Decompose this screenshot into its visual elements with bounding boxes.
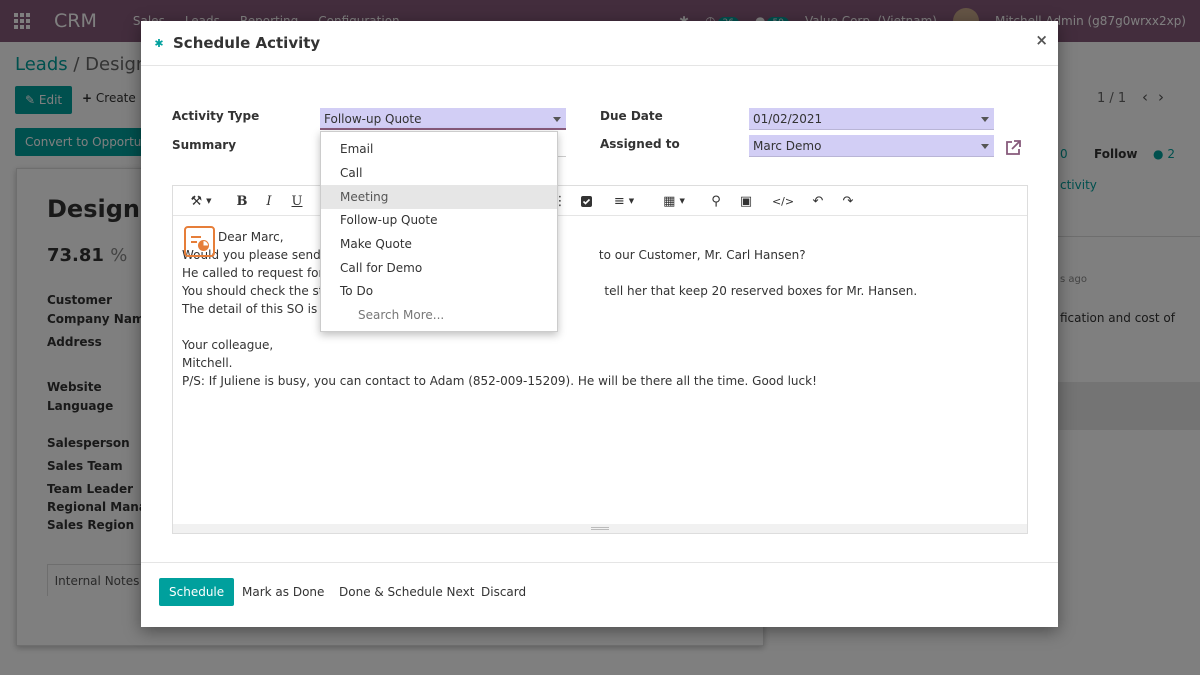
body-line: Dear Marc, (218, 230, 284, 244)
schedule-button[interactable]: Schedule (159, 578, 235, 606)
dropdown-option-to-do[interactable]: To Do (321, 279, 557, 303)
body-line: The detail of this SO is attached under … (182, 302, 478, 316)
image-icon[interactable]: ▣ (739, 192, 753, 210)
dropdown-option-make-quote[interactable]: Make Quote (321, 232, 557, 256)
due-date-value: 01/02/2021 (753, 112, 823, 126)
dropdown-option-follow-up-quote[interactable]: Follow-up Quote (321, 208, 557, 232)
body-line: Mitchell. (182, 356, 233, 370)
body-line: P/S: If Juliene is busy, you can contact… (182, 374, 817, 388)
done-schedule-next-button[interactable]: Done & Schedule Next (339, 578, 474, 606)
due-date-input[interactable]: 01/02/2021 (749, 108, 994, 130)
modal-footer: Schedule Mark as Done Done & Schedule Ne… (141, 562, 1058, 627)
activity-type-select[interactable]: Follow-up Quote (320, 108, 566, 130)
activity-type-dropdown: Email Call Meeting Follow-up Quote Make … (320, 131, 558, 332)
bold-button[interactable]: B (235, 192, 249, 210)
link-icon[interactable]: ⚲ (708, 192, 724, 210)
caret-down-icon (553, 117, 561, 122)
summary-label: Summary (172, 138, 237, 152)
schedule-activity-dialog: ✱ Schedule Activity × Activity Type Foll… (141, 21, 1058, 627)
assigned-to-label: Assigned to (600, 137, 680, 151)
body-line: Your colleague, (182, 338, 274, 352)
mark-as-done-button[interactable]: Mark as Done (242, 578, 324, 606)
bug-icon: ✱ (154, 36, 164, 50)
dropdown-option-email[interactable]: Email (321, 137, 557, 161)
activity-type-label: Activity Type (172, 109, 260, 123)
due-date-label: Due Date (600, 109, 663, 123)
dropdown-option-call-for-demo[interactable]: Call for Demo (321, 256, 557, 280)
body-line: You should check the stoc tell her that … (182, 284, 918, 298)
code-view-icon[interactable]: </> (772, 192, 794, 210)
grip-icon (591, 527, 609, 530)
modal-header: ✱ Schedule Activity × (141, 21, 1058, 66)
dropdown-option-meeting[interactable]: Meeting (321, 185, 557, 209)
caret-down-icon (981, 117, 989, 122)
redo-icon[interactable]: ↷ (841, 192, 855, 210)
undo-icon[interactable]: ↶ (811, 192, 825, 210)
dropdown-search-more[interactable]: Search More... (321, 303, 557, 327)
underline-button[interactable]: U (290, 192, 304, 210)
body-line: Would you please send a to our Customer,… (182, 248, 806, 262)
table-icon[interactable]: ▦ ▼ (660, 192, 688, 210)
external-link-icon[interactable] (1004, 139, 1021, 155)
note-editor[interactable]: ⚒ ▼ B I U ⋮ ≡ ▼ ▦ ▼ ⚲ ▣ </> ↶ ↷ Dear Marc, … (172, 185, 1028, 534)
caret-down-icon (981, 144, 989, 149)
dropdown-option-call[interactable]: Call (321, 161, 557, 185)
discard-button[interactable]: Discard (481, 578, 526, 606)
body-line (182, 318, 1012, 336)
activity-type-value: Follow-up Quote (324, 112, 422, 126)
editor-content[interactable]: Dear Marc, Would you please send a to ou… (182, 226, 1012, 390)
italic-button[interactable]: I (263, 192, 275, 210)
close-icon[interactable]: × (1035, 31, 1048, 49)
checklist-icon[interactable] (579, 192, 593, 210)
assigned-to-value: Marc Demo (753, 139, 822, 153)
editor-toolbar: ⚒ ▼ B I U ⋮ ≡ ▼ ▦ ▼ ⚲ ▣ </> ↶ ↷ (173, 186, 1027, 216)
assigned-to-select[interactable]: Marc Demo (749, 135, 994, 157)
body-line: He called to request for 20 (182, 266, 343, 280)
editor-resize-handle[interactable] (173, 524, 1027, 533)
document-icon (184, 226, 215, 257)
align-icon[interactable]: ≡ ▼ (609, 192, 639, 210)
magic-wand-icon[interactable]: ⚒ ▼ (187, 192, 215, 210)
modal-title: Schedule Activity (173, 34, 321, 52)
